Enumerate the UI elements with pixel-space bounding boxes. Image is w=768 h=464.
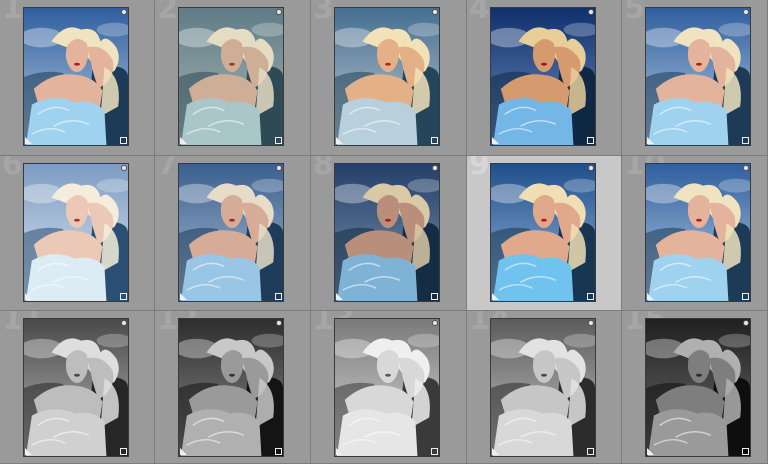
portrait-image	[24, 164, 128, 301]
grid-cell-1[interactable]: 1	[0, 0, 155, 156]
flag-dot-icon[interactable]	[276, 320, 282, 326]
portrait-image	[646, 164, 750, 301]
cell-index-number: 9	[469, 156, 490, 182]
grid-cell-4[interactable]: 4	[467, 0, 622, 156]
grid-cell-8[interactable]: 8	[311, 156, 467, 311]
flag-dot-icon[interactable]	[743, 9, 749, 15]
cell-index-number: 7	[157, 156, 178, 182]
flag-dot-icon[interactable]	[121, 320, 127, 326]
filmstrip-grid: 1 2 3 4 5 6 7 8 9 10 11 12 13 14 15	[0, 0, 768, 464]
portrait-image	[24, 8, 128, 145]
crop-badge-icon[interactable]	[587, 293, 594, 300]
photo-thumbnail[interactable]	[645, 318, 751, 457]
photo-thumbnail[interactable]	[23, 7, 129, 146]
crop-badge-icon[interactable]	[742, 137, 749, 144]
grid-cell-6[interactable]: 6	[0, 156, 155, 311]
portrait-image	[335, 8, 439, 145]
grid-cell-5[interactable]: 5	[622, 0, 768, 156]
photo-thumbnail[interactable]	[334, 318, 440, 457]
photo-thumbnail[interactable]	[23, 163, 129, 302]
cell-index-number: 5	[624, 0, 645, 26]
flag-dot-icon[interactable]	[588, 320, 594, 326]
cell-index-number: 8	[313, 156, 334, 182]
photo-thumbnail[interactable]	[334, 7, 440, 146]
photo-thumbnail[interactable]	[490, 163, 596, 302]
photo-thumbnail[interactable]	[490, 318, 596, 457]
grid-cell-14[interactable]: 14	[467, 311, 622, 464]
grid-cell-10[interactable]: 10	[622, 156, 768, 311]
portrait-image	[646, 8, 750, 145]
portrait-image	[491, 164, 595, 301]
flag-dot-icon[interactable]	[276, 9, 282, 15]
portrait-image	[646, 319, 750, 456]
grid-cell-12[interactable]: 12	[155, 311, 311, 464]
crop-badge-icon[interactable]	[431, 448, 438, 455]
flag-dot-icon[interactable]	[588, 165, 594, 171]
crop-badge-icon[interactable]	[275, 137, 282, 144]
crop-badge-icon[interactable]	[120, 448, 127, 455]
photo-thumbnail[interactable]	[645, 7, 751, 146]
grid-cell-9[interactable]: 9	[467, 156, 622, 311]
crop-badge-icon[interactable]	[275, 448, 282, 455]
photo-thumbnail[interactable]	[645, 163, 751, 302]
grid-cell-3[interactable]: 3	[311, 0, 467, 156]
flag-dot-icon[interactable]	[432, 320, 438, 326]
portrait-image	[491, 319, 595, 456]
flag-dot-icon[interactable]	[588, 9, 594, 15]
portrait-image	[335, 164, 439, 301]
crop-badge-icon[interactable]	[742, 293, 749, 300]
crop-badge-icon[interactable]	[587, 448, 594, 455]
grid-cell-15[interactable]: 15	[622, 311, 768, 464]
crop-badge-icon[interactable]	[431, 293, 438, 300]
crop-badge-icon[interactable]	[120, 293, 127, 300]
crop-badge-icon[interactable]	[742, 448, 749, 455]
cell-index-number: 4	[469, 0, 490, 26]
portrait-image	[179, 8, 283, 145]
portrait-image	[24, 319, 128, 456]
cell-index-number: 1	[2, 0, 23, 26]
grid-cell-7[interactable]: 7	[155, 156, 311, 311]
crop-badge-icon[interactable]	[431, 137, 438, 144]
photo-thumbnail[interactable]	[178, 7, 284, 146]
grid-cell-2[interactable]: 2	[155, 0, 311, 156]
crop-badge-icon[interactable]	[275, 293, 282, 300]
portrait-image	[179, 319, 283, 456]
flag-dot-icon[interactable]	[432, 9, 438, 15]
portrait-image	[335, 319, 439, 456]
cell-index-number: 2	[157, 0, 178, 26]
flag-dot-icon[interactable]	[743, 320, 749, 326]
cell-index-number: 3	[313, 0, 334, 26]
cell-index-number: 6	[2, 156, 23, 182]
flag-dot-icon[interactable]	[121, 165, 127, 171]
photo-thumbnail[interactable]	[334, 163, 440, 302]
grid-cell-13[interactable]: 13	[311, 311, 467, 464]
photo-thumbnail[interactable]	[490, 7, 596, 146]
flag-dot-icon[interactable]	[432, 165, 438, 171]
portrait-image	[179, 164, 283, 301]
flag-dot-icon[interactable]	[276, 165, 282, 171]
flag-dot-icon[interactable]	[121, 9, 127, 15]
photo-thumbnail[interactable]	[23, 318, 129, 457]
portrait-image	[491, 8, 595, 145]
flag-dot-icon[interactable]	[743, 165, 749, 171]
crop-badge-icon[interactable]	[587, 137, 594, 144]
grid-cell-11[interactable]: 11	[0, 311, 155, 464]
crop-badge-icon[interactable]	[120, 137, 127, 144]
photo-thumbnail[interactable]	[178, 163, 284, 302]
photo-thumbnail[interactable]	[178, 318, 284, 457]
